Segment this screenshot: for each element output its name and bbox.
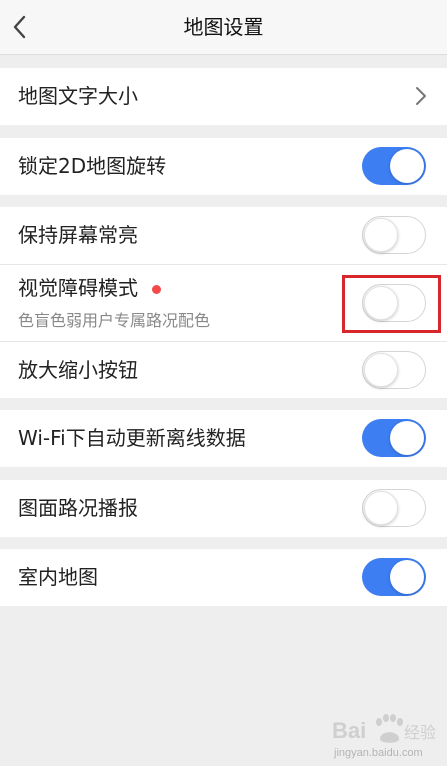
setting-row-indoor-map: 室内地图 [0, 549, 447, 606]
setting-label: 室内地图 [18, 565, 98, 589]
settings-group-offline-data: Wi-Fi下自动更新离线数据 [0, 410, 447, 467]
setting-label: Wi-Fi下自动更新离线数据 [18, 426, 246, 450]
setting-sublabel: 色盲色弱用户专属路况配色 [18, 311, 211, 330]
baidu-jingyan-watermark: Bai 经验 jingyan.baidu.com [330, 712, 440, 762]
keep-screen-on-toggle[interactable] [362, 216, 426, 254]
toggle-knob [364, 218, 398, 252]
page-title: 地图设置 [183, 15, 264, 39]
chevron-right-icon [415, 86, 427, 106]
setting-row-traffic-broadcast: 图面路况播报 [0, 480, 447, 537]
setting-row-keep-screen-on: 保持屏幕常亮 [0, 207, 447, 264]
settings-group-indoor-map: 室内地图 [0, 549, 447, 606]
settings-group-text-size: 地图文字大小 [0, 68, 447, 125]
traffic-broadcast-toggle[interactable] [362, 489, 426, 527]
setting-row-wifi-auto-update: Wi-Fi下自动更新离线数据 [0, 410, 447, 467]
zoom-buttons-toggle[interactable] [362, 351, 426, 389]
annotation-highlight-box [342, 275, 441, 333]
setting-label: 地图文字大小 [18, 84, 138, 108]
new-badge-dot [152, 285, 161, 294]
svg-text:经验: 经验 [404, 723, 436, 742]
setting-label: 放大缩小按钮 [18, 358, 138, 382]
toggle-knob [390, 421, 424, 455]
setting-row-zoom-buttons: 放大缩小按钮 [0, 341, 447, 398]
setting-label: 图面路况播报 [18, 496, 138, 520]
setting-label: 锁定2D地图旋转 [18, 154, 167, 178]
settings-group-traffic-broadcast: 图面路况播报 [0, 480, 447, 537]
svg-text:Bai: Bai [332, 718, 366, 743]
toggle-knob [390, 149, 424, 183]
baidu-logo-icon: Bai 经验 [332, 714, 436, 743]
toggle-knob [364, 491, 398, 525]
setting-label: 视觉障碍模式 [18, 276, 138, 300]
toggle-knob [390, 560, 424, 594]
settings-group-rotation: 锁定2D地图旋转 [0, 138, 447, 195]
navigation-bar: 地图设置 [0, 0, 447, 55]
watermark-url: jingyan.baidu.com [334, 747, 423, 759]
setting-row-map-text-size[interactable]: 地图文字大小 [0, 68, 447, 125]
indoor-map-toggle[interactable] [362, 558, 426, 596]
lock-2d-rotation-toggle[interactable] [362, 147, 426, 185]
setting-label: 保持屏幕常亮 [18, 223, 138, 247]
wifi-auto-update-toggle[interactable] [362, 419, 426, 457]
setting-row-lock-2d-rotation: 锁定2D地图旋转 [0, 138, 447, 195]
toggle-knob [364, 353, 398, 387]
